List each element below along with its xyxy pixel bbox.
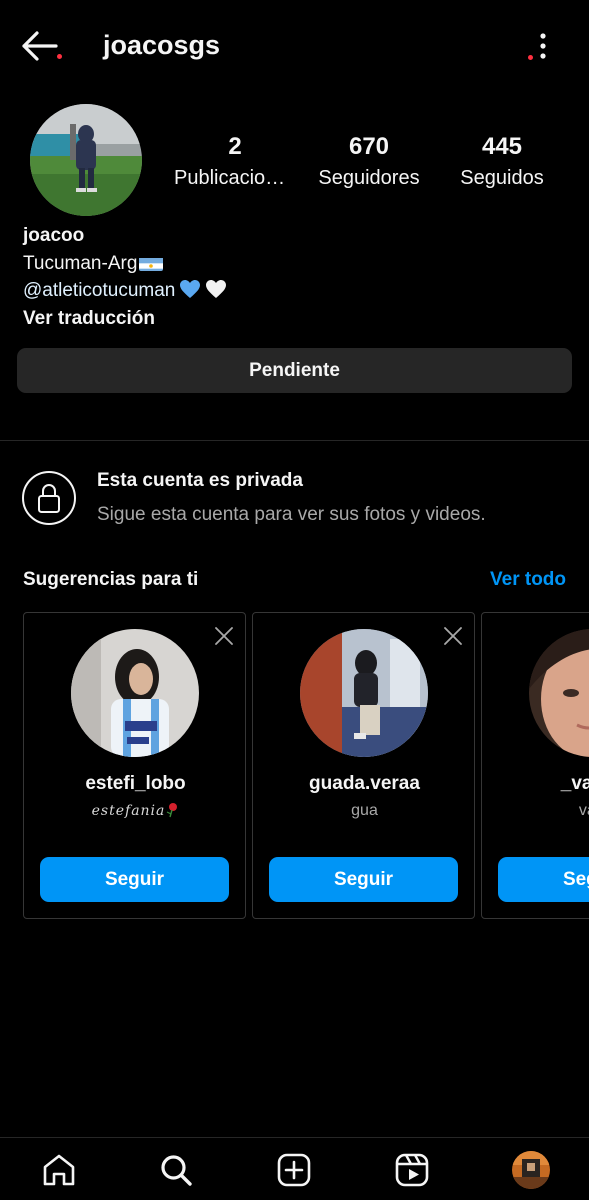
close-icon (215, 627, 233, 645)
suggestion-avatar[interactable] (300, 629, 428, 757)
blue-heart-icon (179, 279, 201, 299)
suggestion-avatar[interactable] (529, 629, 589, 757)
posts-stat[interactable]: 2 Publicaciones (165, 130, 305, 192)
follow-button[interactable]: Seguir (269, 857, 458, 902)
suggestion-username[interactable]: guada.veraa (253, 773, 474, 795)
home-notification-dot (57, 54, 62, 59)
back-button[interactable] (18, 28, 62, 64)
plus-square-icon (277, 1153, 311, 1187)
nav-home[interactable] (41, 1152, 77, 1188)
suggestion-avatar[interactable] (71, 629, 199, 757)
nav-reels[interactable] (394, 1152, 430, 1188)
profile-avatar[interactable] (30, 104, 142, 216)
bottom-navigation (0, 1137, 589, 1200)
lock-icon (22, 471, 76, 525)
profile-bio: joacoo Tucuman-Arg @atleticotucuman Ver … (23, 222, 563, 332)
suggestion-fullname: estefania (24, 802, 245, 819)
bio-mention-line: @atleticotucuman (23, 277, 563, 305)
nav-search[interactable] (158, 1152, 194, 1188)
pending-request-button[interactable]: Pendiente (17, 348, 572, 393)
followers-stat[interactable]: 670 Seguidores (299, 130, 439, 192)
suggestion-fullname: vale (578, 802, 589, 819)
arrow-left-icon (22, 31, 58, 61)
nav-profile[interactable] (512, 1151, 550, 1189)
suggestion-username[interactable]: estefi_lobo (24, 773, 245, 795)
following-label: Seguidos (460, 167, 544, 189)
search-icon (161, 1155, 192, 1186)
see-translation-link[interactable]: Ver traducción (23, 305, 563, 333)
suggestion-fullname-text: estefania (91, 803, 166, 819)
suggestion-username[interactable]: _valent (482, 773, 589, 795)
profile-notification-dot (528, 55, 533, 60)
followers-count: 670 (348, 133, 390, 160)
bio-name: joacoo (23, 225, 85, 246)
top-bar: joacosgs (0, 0, 589, 92)
reels-icon (395, 1153, 429, 1187)
close-icon (444, 627, 462, 645)
argentina-flag-icon (139, 255, 164, 271)
posts-count: 2 (228, 133, 242, 160)
profile-avatar-icon (512, 1151, 550, 1189)
followers-label: Seguidores (318, 167, 420, 189)
dismiss-suggestion-button[interactable] (213, 625, 235, 647)
bio-location: Tucuman-Arg (23, 252, 138, 274)
following-count: 445 (481, 133, 523, 160)
profile-page: joacosgs 2 Publicaciones 670 Seguidores … (0, 0, 589, 1200)
rose-icon (165, 802, 179, 818)
white-heart-icon (205, 279, 227, 299)
private-account-subtitle: Sigue esta cuenta para ver sus fotos y v… (97, 504, 486, 525)
private-account-title: Esta cuenta es privada (97, 470, 303, 491)
following-stat[interactable]: 445 Seguidos (432, 130, 572, 192)
bio-location-line: Tucuman-Arg (23, 250, 563, 278)
suggestion-card[interactable]: estefi_lobo estefania Seguir (23, 612, 246, 919)
suggestions-title: Sugerencias para ti (23, 569, 199, 590)
suggestion-card[interactable]: guada.veraa gua Seguir (252, 612, 475, 919)
follow-button[interactable]: Seguir (40, 857, 229, 902)
nav-create[interactable] (276, 1152, 312, 1188)
suggestion-card[interactable]: _valent vale Seguir (481, 612, 589, 919)
follow-button[interactable]: Seguir (498, 857, 589, 902)
dismiss-suggestion-button[interactable] (442, 625, 464, 647)
posts-label: Publicaciones (174, 167, 296, 189)
home-icon (43, 1154, 75, 1186)
bio-mention-link[interactable]: @atleticotucuman (23, 280, 175, 301)
profile-username-title: joacosgs (103, 30, 221, 60)
suggestion-fullname: gua (351, 802, 378, 819)
section-divider (0, 440, 589, 441)
see-all-link[interactable]: Ver todo (490, 569, 566, 591)
